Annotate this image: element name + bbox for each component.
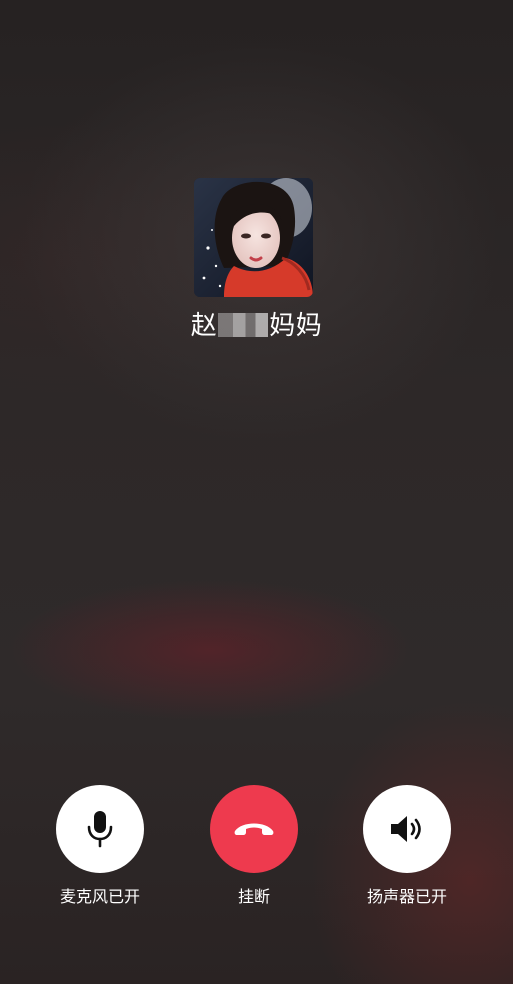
- contact-avatar: [194, 178, 313, 297]
- microphone-icon: [87, 811, 113, 848]
- phone-hangup-icon: [234, 823, 274, 835]
- hangup-label: 挂断: [237, 887, 270, 906]
- contact-name-prefix: 赵: [190, 311, 218, 341]
- speaker-button[interactable]: [363, 785, 451, 873]
- speaker-icon: [391, 816, 421, 842]
- hangup-button[interactable]: [210, 785, 298, 873]
- name-redaction-mask: [218, 313, 269, 337]
- contact-name-suffix: 妈妈: [269, 311, 323, 341]
- speaker-label: 扬声器已开: [366, 887, 447, 906]
- contact-name: 赵 妈妈: [0, 308, 513, 344]
- mic-button[interactable]: [56, 785, 144, 873]
- avatar-photo: [194, 178, 313, 297]
- mic-label: 麦克风已开: [59, 887, 140, 906]
